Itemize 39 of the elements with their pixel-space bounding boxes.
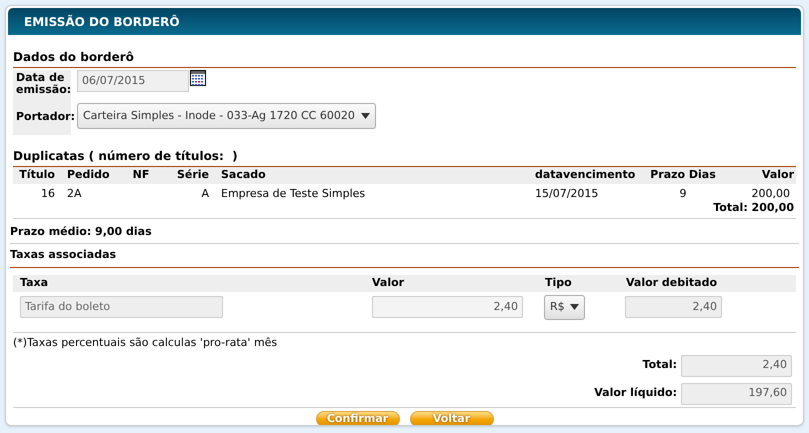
caret-icon — [361, 113, 370, 119]
column-header: Título — [18, 167, 56, 184]
valor-field[interactable]: 2,40 — [372, 296, 523, 318]
taxa-field[interactable]: Tarifa do boleto — [20, 296, 223, 318]
section-title: Taxas associadas — [10, 247, 799, 268]
date-field[interactable]: 06/07/2015 — [77, 70, 189, 92]
column-header: NF — [132, 167, 150, 184]
column-header: Pedido — [66, 167, 111, 184]
total-label: Valor líquido: — [594, 385, 677, 402]
portador-select[interactable]: Carteira Simples - Inode - 033-Ag 1720 CC 60020 — [77, 103, 376, 129]
column-header: Tipo — [545, 274, 573, 291]
note-text: (*)Taxas percentuais são calculas 'pro-rata' mês — [13, 334, 278, 348]
window-title: EMISSÃO DO BORDERÔ — [8, 8, 801, 35]
table-cell-text: 9 — [678, 186, 688, 200]
prazo-medio-text: Prazo médio: 9,00 dias — [10, 225, 153, 239]
column-header: Taxa — [20, 274, 50, 291]
calendar-icon[interactable] — [190, 70, 206, 86]
field-label: Data de emissão: — [15, 70, 71, 98]
column-header: Prazo Dias — [649, 167, 717, 184]
section-title: Dados do borderô — [13, 48, 796, 68]
table-cell-text: 200,00 — [750, 186, 790, 200]
total-field: 197,60 — [681, 382, 792, 404]
column-header: Valor — [760, 167, 794, 184]
column-header: Sacado — [220, 167, 267, 184]
total-field: 2,40 — [681, 354, 792, 376]
tipo-select[interactable]: R$ — [544, 294, 585, 320]
table-cell-text: 16 — [40, 186, 56, 200]
valor-debitado-field[interactable]: 2,40 — [625, 296, 722, 318]
table-cell-text: 2A — [66, 186, 83, 200]
column-header: Valor — [372, 274, 406, 291]
column-header: Valor debitado — [626, 274, 718, 291]
table-cell-text: 15/07/2015 — [534, 186, 600, 200]
column-header: datavencimento — [534, 167, 636, 184]
caret-icon — [570, 304, 579, 310]
table-cell-text: A — [200, 186, 209, 200]
total-label: Total: — [642, 357, 677, 374]
column-header: Série — [176, 167, 209, 184]
total-text: Total: 200,00 — [713, 200, 794, 216]
table-cell-text: Empresa de Teste Simples — [220, 186, 366, 200]
